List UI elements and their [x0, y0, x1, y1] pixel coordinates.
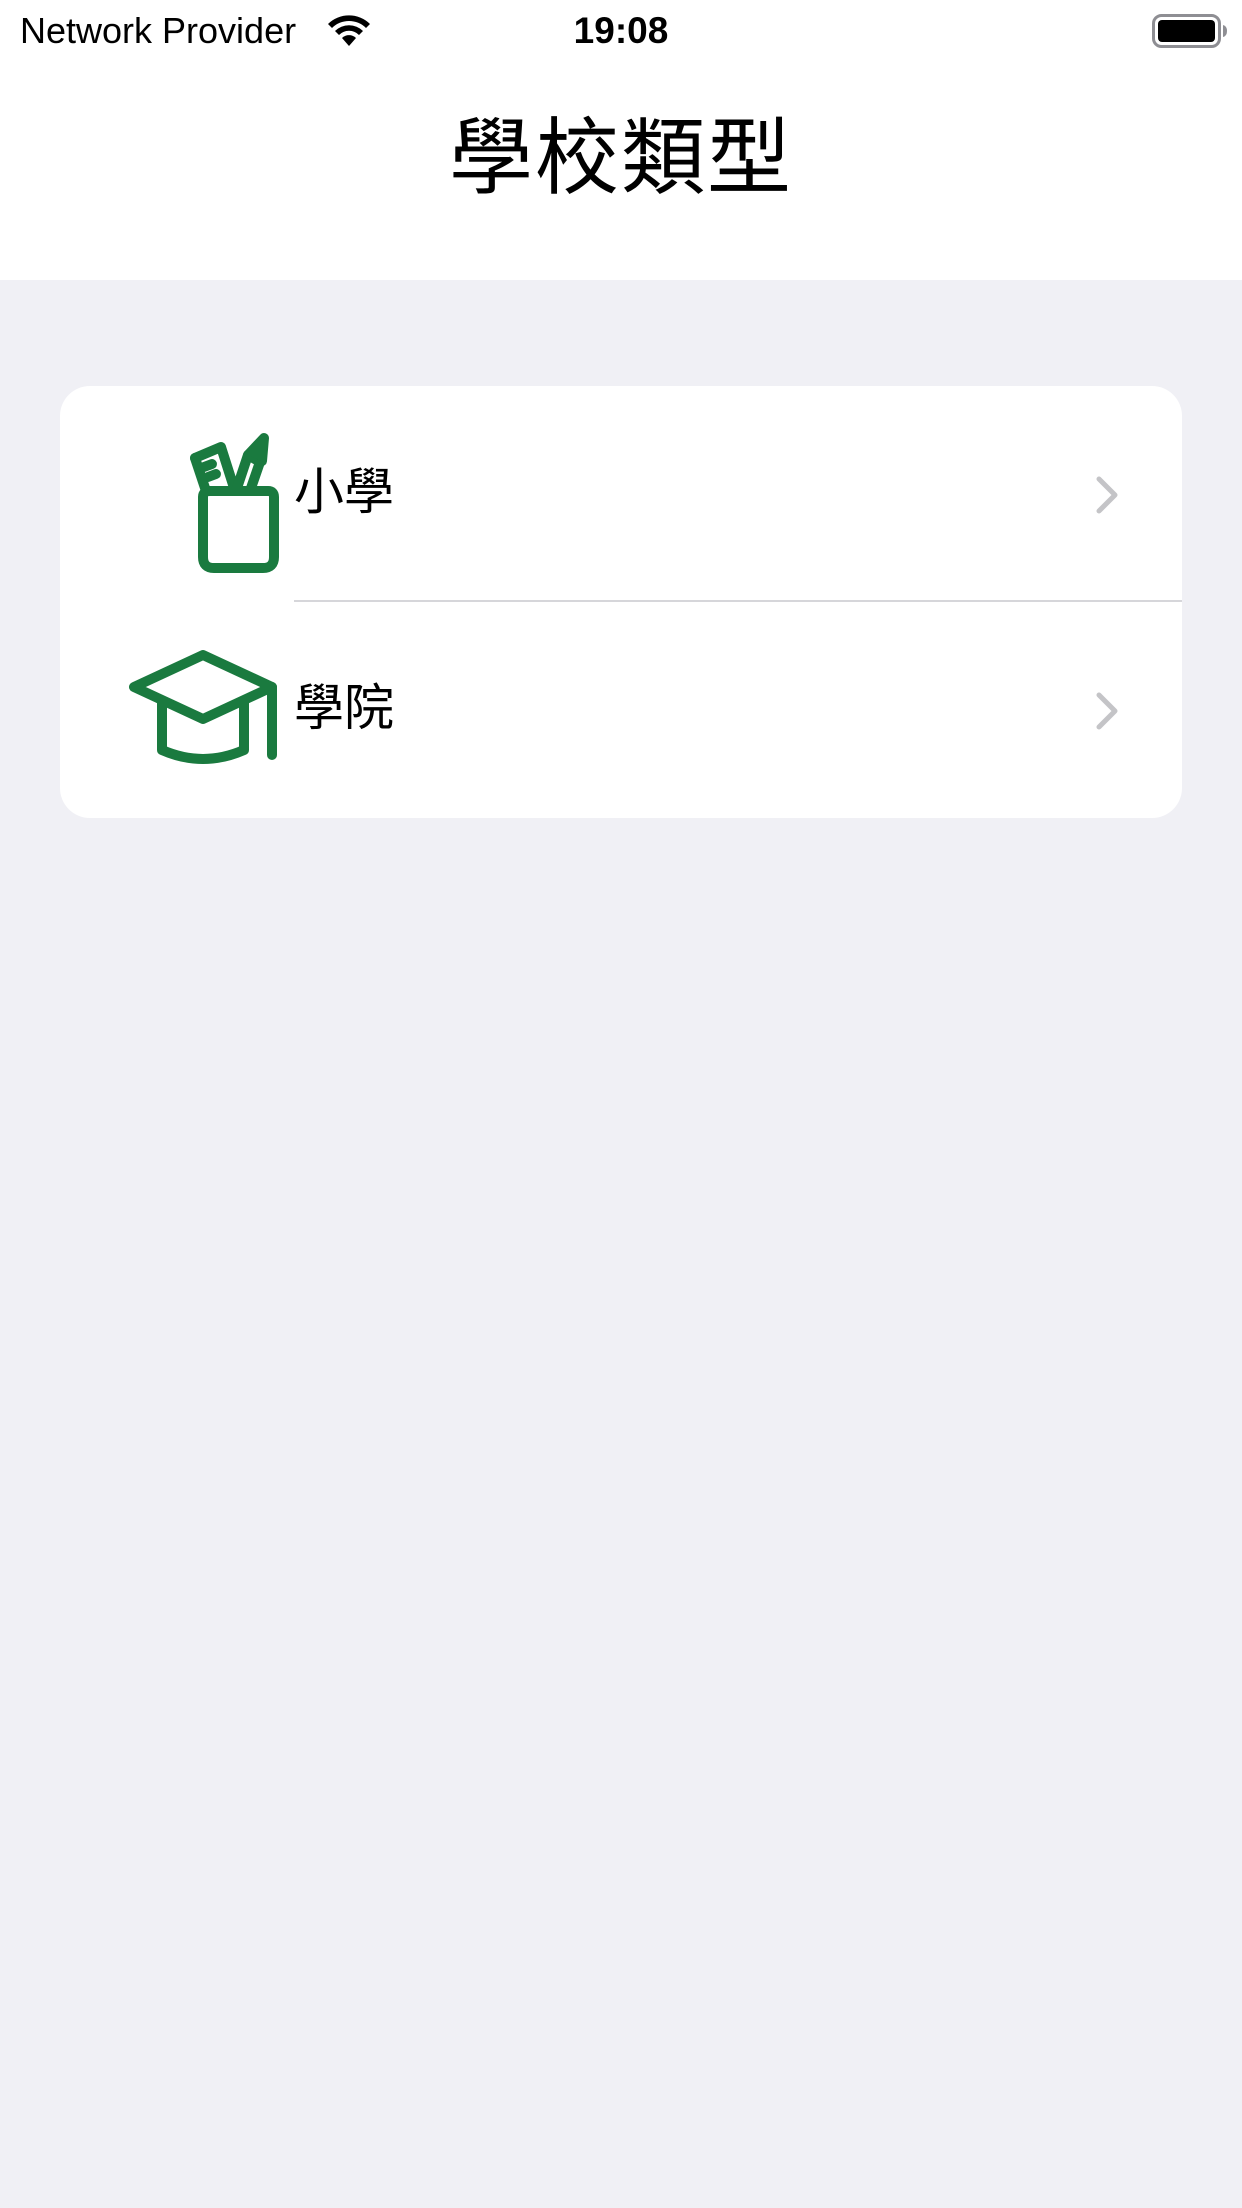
graduation-cap-icon	[129, 650, 277, 764]
chevron-right-icon	[1096, 476, 1118, 514]
page-title: 學校類型	[448, 109, 793, 207]
school-type-list: 小學 學院	[60, 386, 1182, 818]
header-area: Network Provider 19:08 學校類型	[0, 0, 1242, 280]
status-bar: Network Provider 19:08	[0, 0, 1242, 62]
battery-full-icon	[1152, 14, 1227, 48]
list-item-label: 小學	[294, 463, 394, 521]
pencil-cup-icon	[190, 433, 279, 573]
list-item-college[interactable]: 學院	[60, 602, 1182, 818]
chevron-right-icon	[1096, 692, 1118, 730]
list-item-label: 學院	[294, 679, 394, 737]
status-time: 19:08	[573, 10, 669, 51]
list-item-primary-school[interactable]: 小學	[60, 386, 1182, 602]
